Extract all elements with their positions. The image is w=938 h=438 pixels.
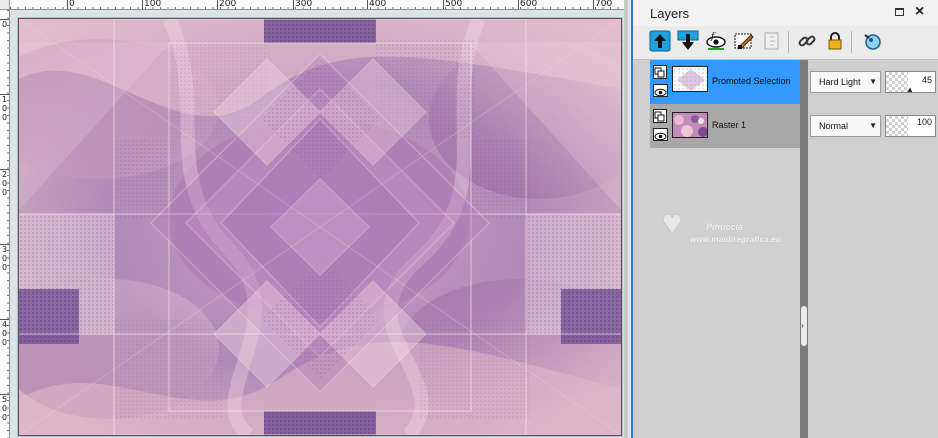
ruler-label: 0 [1, 104, 8, 113]
blend-mode-value: Normal [819, 121, 849, 131]
eye-icon[interactable] [653, 128, 668, 141]
ruler-label: 0 [1, 338, 8, 347]
opacity-value: 100 [916, 117, 932, 127]
opacity-slider-marker[interactable]: ▲ [906, 85, 914, 92]
panel-title: Layers [650, 6, 690, 21]
ruler-label: 100 [144, 0, 162, 9]
opacity-field-raster-1[interactable]: 100 [885, 115, 936, 137]
ruler-corner [0, 0, 10, 10]
watermark-name: Pinuccia [706, 222, 744, 232]
watermark: ♥ Pinuccia www.maidiregrafica.eu [662, 204, 830, 260]
chevron-down-icon: ▼ [869, 77, 877, 86]
ruler-label: 200 [219, 0, 237, 9]
ruler-left: 0 1 0 0 2 0 0 3 0 0 4 0 0 5 0 0 [0, 10, 10, 438]
layer-row-raster-1[interactable]: Raster 1 [650, 104, 800, 148]
blend-mode-select-promoted-selection[interactable]: Hard Light ▼ [810, 71, 881, 93]
ruler-label: 4 [1, 320, 8, 329]
blend-mode-select-raster-1[interactable]: Normal ▼ [810, 115, 881, 137]
opacity-checker [886, 116, 908, 136]
canvas-artwork [19, 19, 621, 435]
ruler-label: 0 [1, 113, 8, 122]
canvas-area[interactable]: 0 100 200 300 400 500 600 700 0 1 0 0 2 … [0, 0, 628, 438]
layers-toolbar: f [633, 26, 938, 60]
ruler-label: 500 [445, 0, 463, 9]
ruler-label: 5 [1, 395, 8, 404]
ruler-major-tick [443, 0, 444, 9]
ruler-top: 0 100 200 300 400 500 600 700 [10, 0, 624, 10]
edit-selection-icon[interactable] [733, 30, 755, 52]
ruler-label: 400 [369, 0, 387, 9]
ruler-major-tick [67, 0, 68, 9]
chevron-right-icon: › [801, 321, 804, 330]
layer-style-icon[interactable] [861, 30, 883, 52]
lock-transparency-icon[interactable] [761, 30, 783, 52]
ruler-label: 0 [1, 20, 8, 29]
ruler-label: 700 [595, 0, 613, 9]
heart-icon: ♥ [662, 204, 683, 242]
layer-row-promoted-selection[interactable]: Promoted Selection [650, 60, 800, 104]
ruler-label: 0 [1, 329, 8, 338]
blend-mode-value: Hard Light [819, 77, 861, 87]
ruler-major-tick [367, 0, 368, 9]
layer-type-icon [653, 109, 667, 123]
toolbar-separator [851, 31, 852, 53]
ruler-major-tick [217, 0, 218, 9]
opacity-field-promoted-selection[interactable]: ▲ 45 [885, 71, 936, 93]
link-layer-icon[interactable] [796, 30, 818, 52]
eye-icon[interactable] [653, 84, 668, 97]
chevron-down-icon: ▼ [869, 121, 877, 130]
close-icon[interactable]: × [915, 3, 924, 21]
panel-title-bar[interactable]: Layers × [633, 0, 938, 26]
watermark-url: www.maidiregrafica.eu [690, 235, 782, 244]
ruler-label: 0 [69, 0, 75, 9]
ruler-major-tick [142, 0, 143, 9]
layer-name: Promoted Selection [712, 76, 791, 86]
ruler-label: 0 [1, 254, 8, 263]
toggle-visibility-icon[interactable]: f [705, 30, 727, 52]
lock-layer-icon[interactable] [824, 30, 846, 52]
ruler-label: 0 [1, 188, 8, 197]
ruler-major-tick [518, 0, 519, 9]
move-layer-down-icon[interactable] [677, 30, 699, 52]
ruler-label: 1 [1, 95, 8, 104]
opacity-value: 45 [921, 75, 932, 85]
maximize-icon[interactable] [895, 8, 904, 16]
ruler-label: 0 [1, 404, 8, 413]
toolbar-separator [788, 31, 789, 53]
layer-type-icon [653, 65, 667, 79]
ruler-label: 0 [1, 179, 8, 188]
ruler-label: 0 [1, 263, 8, 272]
layer-thumbnail [672, 112, 708, 138]
ruler-label: 3 [1, 245, 8, 254]
move-layer-up-icon[interactable] [649, 30, 671, 52]
layer-thumbnail [672, 66, 708, 92]
canvas-edge [624, 0, 628, 438]
ruler-major-tick [593, 0, 594, 9]
ruler-label: 2 [1, 170, 8, 179]
ruler-label: 600 [520, 0, 538, 9]
opacity-checker [886, 72, 908, 92]
ruler-major-tick [293, 0, 294, 9]
ruler-label: 0 [1, 413, 8, 422]
splitter-handle[interactable]: › [801, 306, 807, 346]
layer-name: Raster 1 [712, 120, 747, 130]
canvas-image[interactable] [18, 18, 622, 436]
ruler-label: 300 [295, 0, 313, 9]
